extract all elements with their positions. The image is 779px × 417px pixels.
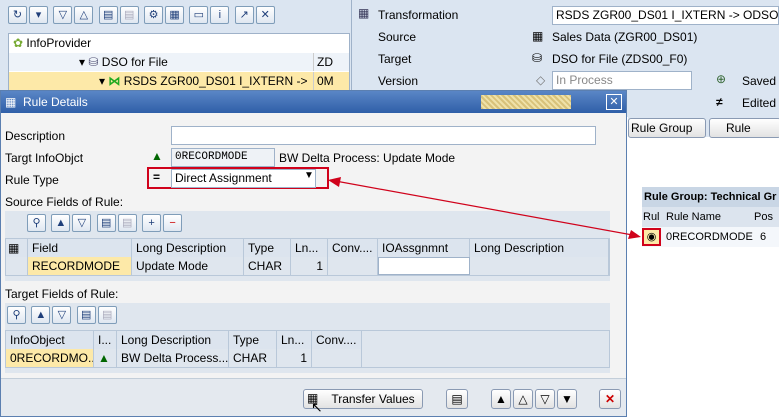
last-page-icon[interactable]: ▼ <box>557 389 577 409</box>
tree-item-dso[interactable]: ▾ ⛁ DSO for File ZD <box>9 53 349 71</box>
edited-icon: ≠ <box>716 95 723 109</box>
filter-icon[interactable]: ▽ <box>53 6 73 24</box>
dialog-icon: ▦ <box>5 95 17 109</box>
target-infoobject-field: 0RECORDMODE <box>171 148 275 167</box>
sort-icon[interactable]: ▲ <box>31 306 51 324</box>
table-cell <box>312 349 362 367</box>
details-icon[interactable]: ⚲ <box>27 214 46 232</box>
ioassignment-input[interactable] <box>378 257 470 275</box>
table-cell: 1 <box>291 257 328 275</box>
transformation-field[interactable]: RSDS ZGR00_DS01 I_IXTERN -> ODSO ZDS <box>552 6 779 25</box>
target-fields-panel: ⚲ ▲ ▽ ▤ ▤ InfoObject I... Long Description… <box>5 303 610 373</box>
refresh-icon[interactable]: ↻ <box>8 6 27 24</box>
settings-icon[interactable]: ⚙ <box>144 6 164 24</box>
dso-icon: ⛁ <box>532 51 543 65</box>
equals-icon: = <box>153 170 161 184</box>
close-icon[interactable]: ✕ <box>255 6 275 24</box>
datasource-icon: ▦ <box>532 29 544 43</box>
dropdown-icon[interactable]: ▾ <box>29 6 48 24</box>
table-cell: 1 <box>277 349 312 367</box>
rule-group-header: Rul Rule Name Pos <box>642 207 779 227</box>
delete-row-icon[interactable]: − <box>163 214 183 232</box>
source-fields-grid: ▦ Field Long Description Type Ln... Conv… <box>5 238 610 276</box>
filter-icon[interactable]: ▽ <box>72 214 92 232</box>
rule-group-area: Rule Group: Technical Gr Rul Rule Name P… <box>628 140 779 417</box>
description-input[interactable] <box>171 126 596 145</box>
folder-icon[interactable]: ▭ <box>189 6 209 24</box>
rule-group-title: Rule Group: Technical Gr <box>642 187 779 207</box>
find-icon[interactable]: ▤ <box>96 214 116 232</box>
collapse-icon[interactable]: △ <box>74 6 94 24</box>
left-toolbar: ↻ ▾ ▽ △ ▤ ▤ ⚙ ▦ ▭ i ↗ ✕ <box>8 6 277 26</box>
tree-item-transformation[interactable]: ▾ ⋈ RSDS ZGR00_DS01 I_IXTERN -> 0M <box>9 72 349 90</box>
expand-icon[interactable]: ▾ <box>79 55 85 69</box>
insert-row-icon[interactable]: + <box>142 214 162 232</box>
find-next-icon[interactable]: ▤ <box>117 214 137 232</box>
infoprovider-tree: ✿ InfoProvider ▾ ⛁ DSO for File ZD ▾ ⋈ R… <box>8 33 350 91</box>
dialog-footer: Transfer Values ▦ ↖ ▤ ▲ △ ▽ ▼ ✕ <box>1 378 626 416</box>
dialog-titlebar: ▦ Rule Details ✕ <box>1 91 626 113</box>
transformation-icon: ⋈ <box>108 74 121 88</box>
find-icon[interactable]: ▤ <box>98 6 118 24</box>
infoprovider-icon: ✿ <box>13 36 24 50</box>
table-cell: CHAR <box>229 349 277 367</box>
next-page-icon[interactable]: ▽ <box>535 389 555 409</box>
target-fields-grid: InfoObject I... Long Description Type Ln… <box>5 330 610 368</box>
layout-icon[interactable]: ▤ <box>446 389 468 409</box>
rule-group-toolbar: Rule Group Rule Grou <box>628 117 779 153</box>
cancel-icon[interactable]: ✕ <box>599 389 621 409</box>
sort-icon[interactable]: ▲ <box>51 214 71 232</box>
tree-header[interactable]: ✿ InfoProvider <box>9 34 349 52</box>
previous-page-icon[interactable]: △ <box>513 389 533 409</box>
transformation-icon: ▦ <box>358 6 370 20</box>
chevron-down-icon[interactable]: ▼ <box>304 170 314 181</box>
table-cell: Update Mode <box>132 257 244 275</box>
info-icon[interactable]: i <box>210 6 230 24</box>
table-cell[interactable]: 0RECORDMO... <box>6 349 94 367</box>
source-fields-panel: ⚲ ▲ ▽ ▤ ▤ + − ▦ Field Long Description Type… <box>5 211 610 281</box>
details-icon[interactable]: ⚲ <box>7 306 26 324</box>
rule-group-button[interactable]: Rule Group <box>628 118 706 138</box>
cursor-icon: ↖ <box>311 399 323 415</box>
filter-icon[interactable]: ▽ <box>52 306 72 324</box>
dso-icon: ⛁ <box>88 55 99 69</box>
find-next-icon[interactable]: ▤ <box>119 6 139 24</box>
first-page-icon[interactable]: ▲ <box>491 389 511 409</box>
pin-icon[interactable]: ↗ <box>234 6 254 24</box>
select-all-icon[interactable]: ▦ <box>6 239 28 257</box>
saved-icon: ⊕ <box>716 72 727 86</box>
table-cell <box>328 257 378 275</box>
find-next-icon[interactable]: ▤ <box>97 306 117 324</box>
grip-pattern <box>481 95 571 109</box>
rule-group-button-2[interactable]: Rule Grou <box>709 118 779 153</box>
dialog-close-icon[interactable]: ✕ <box>606 94 622 110</box>
table-cell: CHAR <box>244 257 291 275</box>
table-cell[interactable]: RECORDMODE <box>28 257 132 275</box>
rule-details-dialog: ▦ Rule Details ✕ Description Targt InfoO… <box>0 90 627 417</box>
rule-icon[interactable]: ◉ <box>642 228 661 246</box>
version-field: In Process <box>552 71 692 90</box>
infoobject-icon: ▲ <box>94 349 117 367</box>
rule-type-select[interactable]: Direct Assignment <box>171 169 316 188</box>
infoobject-icon: ▲ <box>151 149 163 163</box>
expand-icon[interactable]: ▾ <box>99 74 105 88</box>
find-icon[interactable]: ▤ <box>76 306 96 324</box>
version-icon: ◇ <box>536 73 546 87</box>
rule-row-recordmode[interactable]: ◉ 0RECORDMODE 6 <box>642 227 779 247</box>
table-cell: BW Delta Process... <box>117 349 229 367</box>
left-panel: ↻ ▾ ▽ △ ▤ ▤ ⚙ ▦ ▭ i ↗ ✕ ✿ InfoProvider ▾ ⛁ DSO… <box>0 0 352 92</box>
layout-icon[interactable]: ▦ <box>165 6 185 24</box>
table-cell <box>470 257 609 275</box>
